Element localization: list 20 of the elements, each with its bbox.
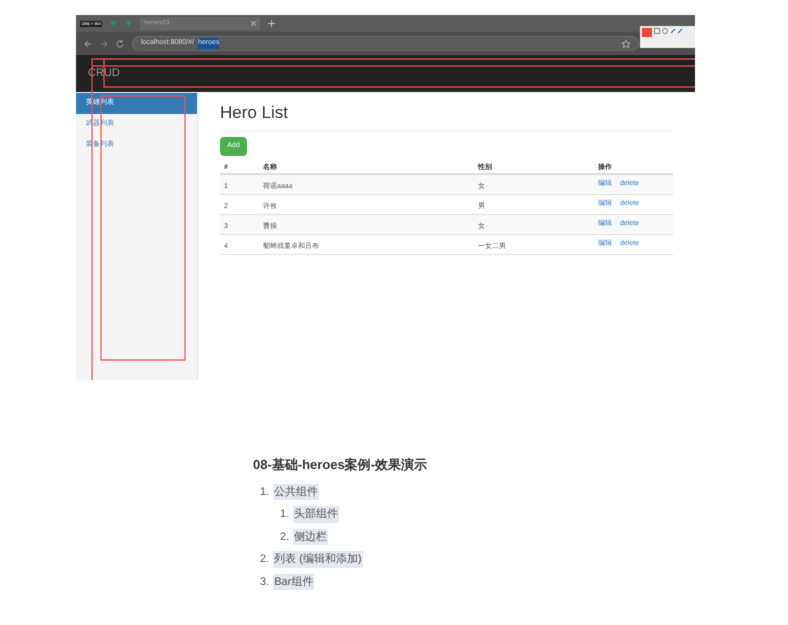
shape-tools-icon[interactable] [654, 28, 684, 34]
color-swatch-icon[interactable] [642, 28, 652, 37]
list-number: 1. [280, 507, 290, 522]
back-icon[interactable] [84, 40, 92, 48]
list-item-text: 侧边栏 [293, 528, 328, 545]
star-icon[interactable] [622, 40, 630, 48]
list-number: 3. [260, 574, 270, 590]
new-tab-icon[interactable] [268, 20, 276, 27]
close-icon[interactable] [251, 21, 256, 26]
list-number: 1. [260, 484, 270, 500]
page-title: Hero List [220, 100, 673, 132]
forward-icon[interactable] [100, 40, 108, 48]
list-number: 2. [280, 530, 290, 544]
reload-icon[interactable] [116, 40, 124, 48]
article-heading: 08-基础-heroes案例-效果演示 [253, 456, 428, 474]
list-number: 2. [260, 552, 270, 567]
list-item-text: 公共组件 [273, 484, 320, 500]
list-item-text: 列表 (编辑和添加) [273, 551, 363, 568]
list-item-text: 头部组件 [293, 506, 340, 522]
list-item-text: Bar组件 [273, 574, 314, 590]
